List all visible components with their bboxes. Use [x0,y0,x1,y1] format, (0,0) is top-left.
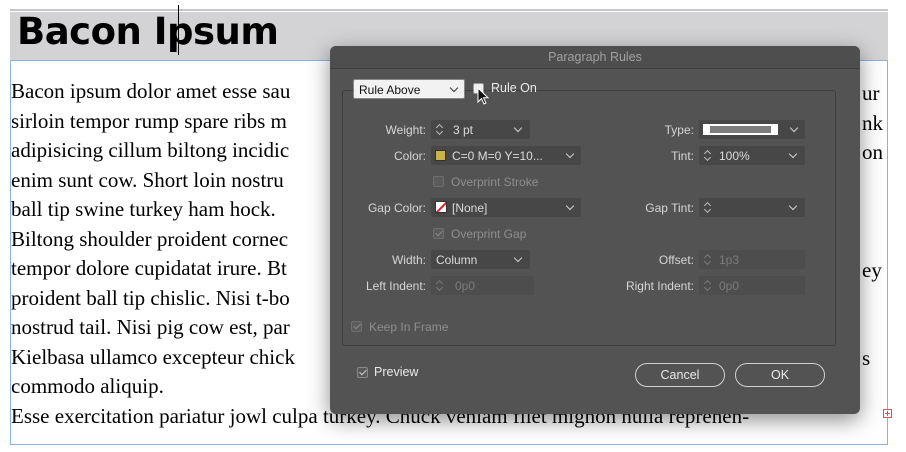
keep-in-frame-label: Keep In Frame [369,320,449,334]
type-select[interactable] [699,120,805,139]
stepper-icon[interactable] [704,278,712,293]
rule-type-value: Rule Above [359,83,421,97]
overprint-gap-checkbox[interactable] [433,228,444,239]
gap-color-label: Gap Color: [367,201,426,215]
keep-in-frame-checkbox[interactable] [351,321,362,332]
tint-field[interactable]: 100% [699,146,805,165]
overset-text-icon[interactable] [883,409,892,418]
color-value: C=0 M=0 Y=10... [452,149,543,163]
tint-label: Tint: [671,149,694,163]
width-value: Column [436,253,478,267]
overprint-stroke-checkbox[interactable] [433,176,444,187]
overprint-gap-label: Overprint Gap [451,227,527,241]
width-select[interactable]: Column [431,250,530,269]
paragraph-rules-dialog: Paragraph Rules Rule Above Rule On Weigh… [330,46,860,414]
text-cursor [178,5,179,55]
type-label: Type: [664,123,694,137]
stepper-icon[interactable] [436,278,444,293]
chevron-down-icon[interactable] [788,149,798,159]
stroke-type-preview [703,124,778,135]
left-indent-value: 0p0 [455,279,476,293]
dialog-title: Paragraph Rules [548,50,642,64]
right-indent-label: Right Indent: [625,279,694,293]
ok-button[interactable]: OK [735,363,825,387]
color-label: Color: [393,149,426,163]
left-indent-label: Left Indent: [365,279,426,293]
weight-field[interactable]: 3 pt [431,120,530,139]
gap-color-select[interactable]: [None] [431,198,581,217]
stepper-icon[interactable] [704,252,712,267]
text-fragment: on [862,140,883,164]
preview-checkbox[interactable] [357,367,368,378]
none-swatch-icon [435,201,447,213]
right-indent-value: 0p0 [719,279,740,293]
text-fragment: nk [862,111,883,135]
width-label: Width: [391,253,426,267]
color-select[interactable]: C=0 M=0 Y=10... [431,146,581,165]
gap-tint-label: Gap Tint: [645,201,694,215]
chevron-down-icon[interactable] [565,149,575,159]
stepper-icon[interactable] [704,148,712,163]
offset-value: 1p3 [719,253,740,267]
preview-label: Preview [374,365,419,379]
stepper-icon[interactable] [704,200,712,215]
overprint-stroke-label: Overprint Stroke [451,175,539,189]
weight-label: Weight: [385,123,426,137]
chevron-down-icon[interactable] [788,201,798,211]
stepper-icon[interactable] [436,122,444,137]
text-fragment: ey [862,258,882,282]
gap-color-value: [None] [452,201,488,215]
offset-field[interactable]: 1p3 [699,250,805,269]
text-fragment: ur [862,81,880,105]
chevron-down-icon[interactable] [565,201,575,211]
chevron-down-icon[interactable] [513,123,523,133]
chevron-down-icon[interactable] [513,253,523,263]
weight-value: 3 pt [453,123,474,137]
chevron-down-icon[interactable] [789,123,799,133]
document-heading[interactable]: Bacon Ipsum [17,10,279,53]
right-indent-field[interactable]: 0p0 [699,276,805,295]
text-fragment: s [862,346,871,370]
color-swatch [435,150,446,161]
offset-label: Offset: [658,253,694,267]
chevron-down-icon [449,83,459,93]
tint-value: 100% [719,149,750,163]
cancel-button[interactable]: Cancel [635,363,725,387]
rule-type-select[interactable]: Rule Above [353,79,465,99]
gap-tint-field[interactable] [699,198,805,217]
mouse-pointer-icon [477,87,490,105]
left-indent-field[interactable]: 0p0 [431,276,534,295]
rule-on-label: Rule On [491,81,537,95]
